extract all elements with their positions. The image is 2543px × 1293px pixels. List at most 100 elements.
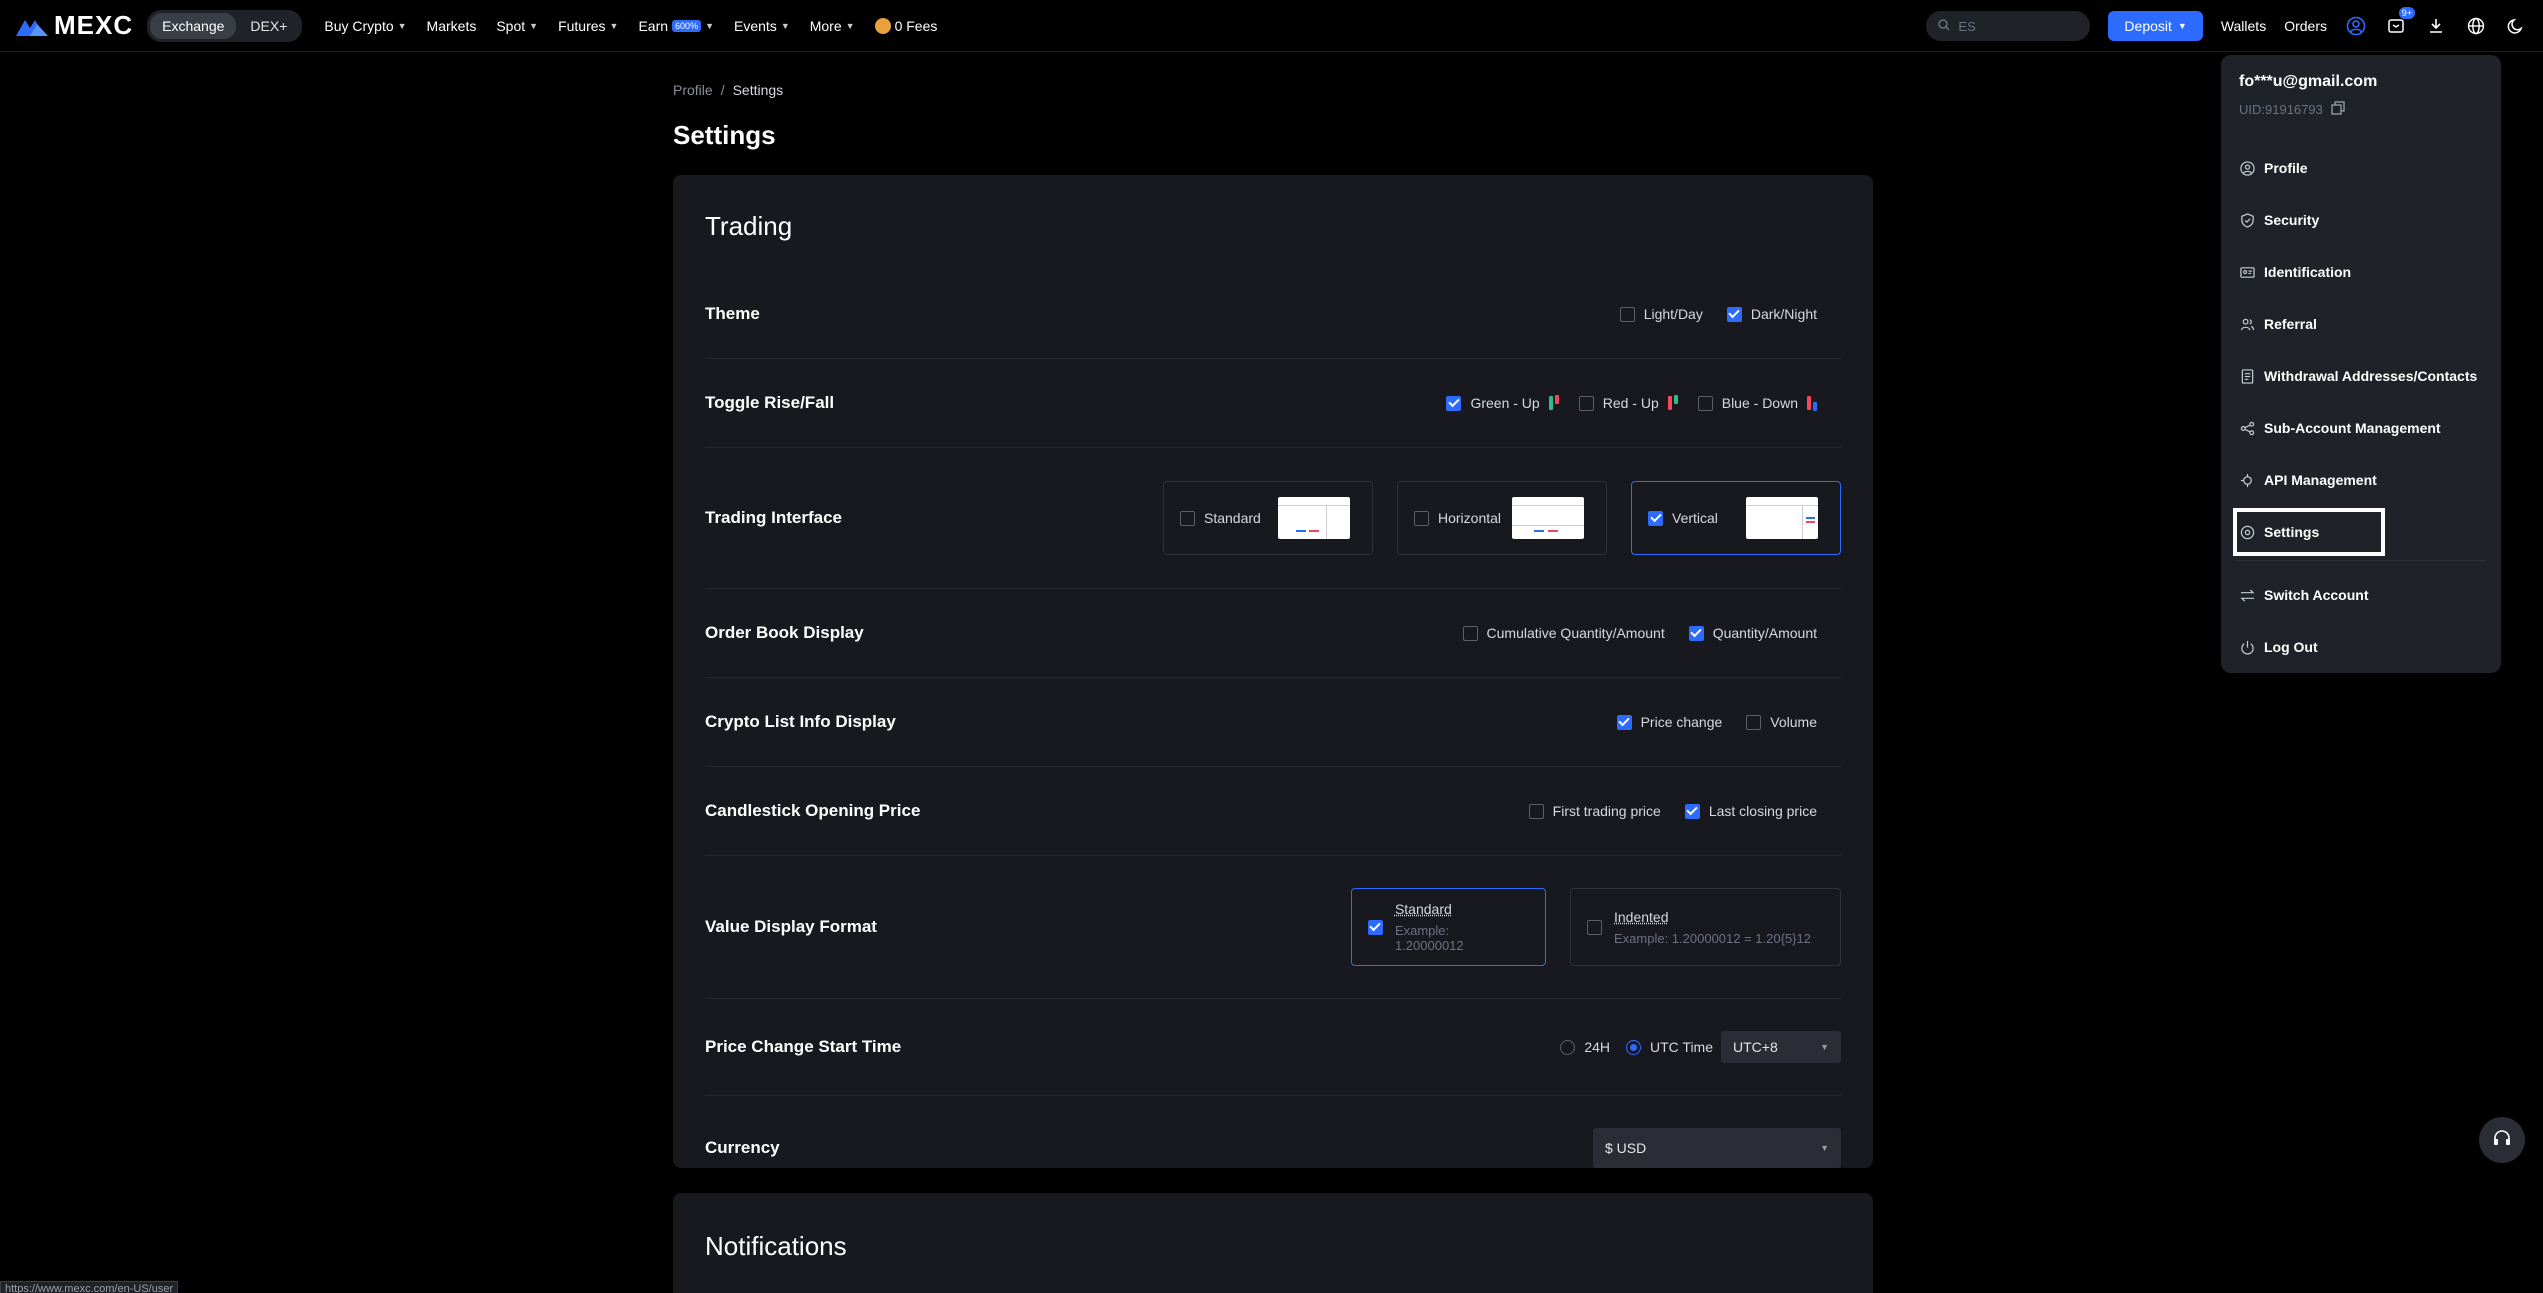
moon-icon[interactable] <box>2505 15 2527 37</box>
theme-light-option[interactable]: Light/Day <box>1619 306 1703 322</box>
interface-horizontal-card[interactable]: Horizontal <box>1397 481 1607 555</box>
nav-futures[interactable]: Futures ▼ <box>558 18 618 34</box>
caret-down-icon: ▼ <box>780 20 790 31</box>
search-input[interactable]: ES <box>1926 11 2091 41</box>
checkbox[interactable] <box>1746 714 1762 730</box>
option-label: Dark/Night <box>1750 306 1817 322</box>
checkbox-checked[interactable] <box>1688 625 1704 641</box>
radio[interactable] <box>1560 1039 1576 1055</box>
candlestick-options: First trading price Last closing price <box>1528 803 1841 819</box>
rise-fall-options: Green - Up Red - Up Blue - Down <box>1446 394 1841 411</box>
caret-down-icon: ▼ <box>845 20 855 31</box>
checkbox[interactable] <box>1528 803 1544 819</box>
price-change-option[interactable]: Price change <box>1616 714 1722 730</box>
checkbox[interactable] <box>1587 919 1602 935</box>
cumulative-option[interactable]: Cumulative Quantity/Amount <box>1462 625 1665 641</box>
nav-label: Earn <box>638 17 669 34</box>
menu-item-sub-account[interactable]: Sub-Account Management <box>2237 402 2485 454</box>
nav-label: Markets <box>426 17 477 34</box>
menu-item-referral[interactable]: Referral <box>2237 298 2485 350</box>
deposit-button[interactable]: Deposit ▼ <box>2108 11 2203 41</box>
nav-events[interactable]: Events ▼ <box>734 18 790 34</box>
last-closing-price-option[interactable]: Last closing price <box>1684 803 1817 819</box>
checkbox-checked[interactable] <box>1616 714 1632 730</box>
nav-buy-crypto[interactable]: Buy Crypto ▼ <box>324 18 406 34</box>
utc-time-option[interactable]: UTC Time <box>1626 1039 1713 1055</box>
caret-down-icon: ▼ <box>529 20 539 31</box>
option-label: Light/Day <box>1643 306 1703 322</box>
breadcrumb: Profile / Settings <box>673 82 783 98</box>
option-label: UTC Time <box>1650 1039 1713 1055</box>
format-standard-card[interactable]: Standard Example: 1.20000012 <box>1351 888 1546 966</box>
quantity-option[interactable]: Quantity/Amount <box>1688 625 1817 641</box>
nav-label: Events <box>734 17 777 34</box>
order-book-row: Order Book Display Cumulative Quantity/A… <box>705 589 1841 678</box>
volume-option[interactable]: Volume <box>1746 714 1817 730</box>
orders-link[interactable]: Orders <box>2284 18 2327 34</box>
menu-item-label: Withdrawal Addresses/Contacts <box>2264 368 2478 384</box>
checkbox[interactable] <box>1462 625 1478 641</box>
wallets-link[interactable]: Wallets <box>2221 18 2266 34</box>
option-label: Quantity/Amount <box>1712 625 1817 641</box>
notification-icon[interactable]: 9+ <box>2385 7 2415 37</box>
option-example: Example: 1.20000012 <box>1394 923 1464 953</box>
nav-earn[interactable]: Earn 600% ▼ <box>638 18 714 34</box>
theme-row: Theme Light/Day Dark/Night <box>705 270 1841 359</box>
menu-item-switch-account[interactable]: Switch Account <box>2237 569 2485 621</box>
checkbox[interactable] <box>1180 510 1195 526</box>
crypto-list-row: Crypto List Info Display Price change Vo… <box>705 678 1841 767</box>
green-up-option[interactable]: Green - Up <box>1446 394 1559 411</box>
share-nodes-icon <box>2239 420 2255 436</box>
checkbox[interactable] <box>1619 306 1635 322</box>
download-icon[interactable] <box>2425 15 2447 37</box>
checkbox[interactable] <box>1697 395 1713 411</box>
candle-icon <box>1548 394 1559 410</box>
radio-selected[interactable] <box>1626 1039 1641 1055</box>
menu-item-identification[interactable]: Identification <box>2237 246 2485 298</box>
checkbox-checked[interactable] <box>1684 803 1700 819</box>
24h-option[interactable]: 24H <box>1560 1039 1610 1055</box>
mexc-logo[interactable]: MEXC <box>16 10 133 41</box>
blue-down-option[interactable]: Blue - Down <box>1697 395 1817 411</box>
nav-more[interactable]: More ▼ <box>810 18 855 34</box>
copy-icon[interactable] <box>2331 101 2345 118</box>
option-label: Red - Up <box>1602 395 1659 411</box>
user-avatar-icon[interactable] <box>2345 15 2367 37</box>
checkbox[interactable] <box>1578 395 1594 411</box>
exchange-tab[interactable]: Exchange <box>150 12 237 39</box>
mexc-logo-icon <box>16 16 48 36</box>
nav-markets[interactable]: Markets <box>427 18 477 34</box>
dex-tab[interactable]: DEX+ <box>238 13 299 39</box>
earn-badge: 600% <box>672 19 702 32</box>
menu-item-settings[interactable]: Settings <box>2233 508 2385 556</box>
menu-item-security[interactable]: Security <box>2237 194 2485 246</box>
currency-select[interactable]: $ USD ▼ <box>1593 1128 1841 1168</box>
checkbox-checked[interactable] <box>1446 395 1462 411</box>
interface-vertical-card[interactable]: Vertical <box>1631 481 1841 555</box>
theme-dark-option[interactable]: Dark/Night <box>1726 306 1817 322</box>
power-icon <box>2239 639 2255 655</box>
checkbox-checked[interactable] <box>1726 306 1742 322</box>
menu-item-label: Sub-Account Management <box>2264 420 2441 436</box>
timezone-select[interactable]: UTC+8 ▼ <box>1721 1031 1841 1063</box>
select-value: $ USD <box>1605 1140 1647 1156</box>
menu-item-log-out[interactable]: Log Out <box>2237 621 2485 673</box>
option-label: Indented <box>1614 908 1669 925</box>
support-headset-button[interactable] <box>2479 1117 2525 1163</box>
checkbox-checked[interactable] <box>1368 919 1383 935</box>
checkbox-checked[interactable] <box>1648 510 1663 526</box>
menu-item-api-management[interactable]: API Management <box>2237 454 2485 506</box>
nav-spot[interactable]: Spot ▼ <box>496 18 538 34</box>
breadcrumb-profile[interactable]: Profile <box>673 82 713 98</box>
globe-icon[interactable] <box>2465 15 2487 37</box>
menu-item-profile[interactable]: Profile <box>2237 142 2485 194</box>
interface-standard-card[interactable]: Standard <box>1163 481 1373 555</box>
red-up-option[interactable]: Red - Up <box>1578 394 1678 411</box>
nav-zero-fees[interactable]: 0 Fees <box>874 17 938 34</box>
menu-item-withdrawal-addresses[interactable]: Withdrawal Addresses/Contacts <box>2237 350 2485 402</box>
checkbox[interactable] <box>1414 510 1429 526</box>
nav-label: 0 Fees <box>894 17 938 34</box>
format-indented-card[interactable]: Indented Example: 1.20000012 = 1.20{5}12 <box>1570 888 1841 966</box>
id-card-icon <box>2239 264 2255 280</box>
first-trading-price-option[interactable]: First trading price <box>1528 803 1661 819</box>
